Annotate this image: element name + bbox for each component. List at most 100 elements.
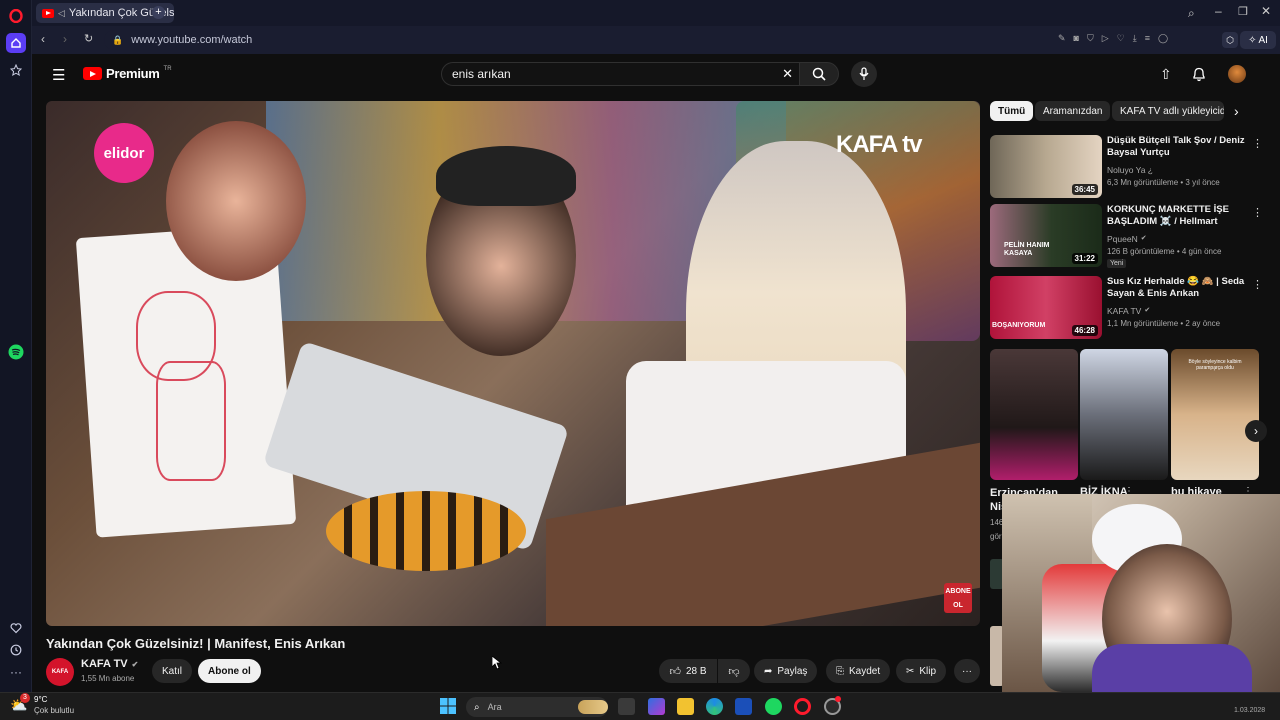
recommendation-meta: 126 B görüntüleme • 4 gün önce	[1107, 247, 1222, 256]
forward-icon[interactable]: ›	[63, 32, 67, 46]
chip-all[interactable]: Tümü	[990, 101, 1034, 121]
store-icon[interactable]	[735, 698, 752, 715]
back-icon[interactable]: ‹	[41, 32, 45, 46]
clear-search-icon[interactable]: ✕	[782, 66, 793, 82]
taskbar: ⛅ 3 9°C Çok bulutlu ⌕ Ara 1.03.2028	[0, 692, 1280, 720]
minimize-icon[interactable]: –	[1215, 4, 1222, 18]
short-thumbnail[interactable]: Böyle söyleyince kalbim parampa̧rça oldu	[1171, 349, 1259, 480]
address-bar: ‹ › ↻ 🔒 www.youtube.com/watch ✎ ◙ ⛉ ▷ ♡ …	[32, 26, 1280, 54]
more-icon[interactable]: ···	[6, 662, 26, 682]
voice-search-button[interactable]	[851, 61, 877, 87]
opera-taskbar-icon[interactable]	[794, 698, 811, 715]
extensions-icon[interactable]: ⬡	[1222, 32, 1238, 48]
edge-icon[interactable]	[706, 698, 723, 715]
recommendation-item[interactable]: 36:45 Düşük Bütçeli Talk Şov / Deniz Bay…	[990, 135, 1263, 199]
duration-badge: 46:28	[1071, 325, 1098, 336]
subscribe-overlay[interactable]: ABONE OL	[944, 583, 972, 613]
menu-icon[interactable]: ≡	[1145, 33, 1150, 44]
duration-badge: 36:45	[1071, 184, 1098, 195]
opera-logo-icon[interactable]	[6, 6, 26, 26]
close-window-icon[interactable]: ✕	[1261, 4, 1271, 18]
youtube-logo-icon	[83, 67, 102, 80]
shorts-next-icon[interactable]: ›	[1245, 420, 1267, 442]
taskbar-date: 1.03.2028	[1234, 707, 1266, 714]
user-icon[interactable]: ◯	[1158, 33, 1168, 44]
clip-button[interactable]: ✂ Klip	[896, 659, 947, 683]
history-icon[interactable]	[6, 640, 26, 660]
join-button[interactable]: Katıl	[152, 659, 193, 683]
kebab-menu-icon[interactable]: ⋮	[1252, 137, 1263, 150]
more-actions-button[interactable]: ···	[954, 659, 980, 683]
save-button[interactable]: ⎘ Kaydet	[826, 659, 891, 683]
file-explorer-icon[interactable]	[677, 698, 694, 715]
youtube-favicon-icon	[42, 8, 54, 18]
heart-icon[interactable]	[6, 618, 26, 638]
recommendation-thumbnail: PELİN HANIM KASAYA 31:22	[990, 204, 1102, 267]
channel-avatar[interactable]: KAFA	[46, 658, 74, 686]
download-icon[interactable]: ⤓	[1133, 33, 1137, 44]
kebab-menu-icon[interactable]: ⋮	[1252, 278, 1263, 291]
chevron-right-icon[interactable]: ›	[1234, 103, 1239, 119]
dislike-button[interactable]: 👎︎	[718, 659, 750, 683]
pillow	[326, 491, 526, 571]
chip-from-search[interactable]: Aramanızdan	[1035, 101, 1111, 121]
hamburger-menu-icon[interactable]: ☰	[52, 66, 65, 84]
subscribe-button[interactable]: Abone ol	[198, 659, 261, 683]
speaker-icon[interactable]: ◁	[58, 8, 65, 19]
video-player[interactable]: elidor KAFA tv ABONE OL	[46, 101, 980, 626]
shield-icon[interactable]: ⛉	[1087, 33, 1094, 44]
aria-ai-button[interactable]: ✧ AI	[1240, 31, 1276, 49]
play-icon[interactable]: ▷	[1102, 33, 1109, 44]
recommendation-title: Sus Kız Herhalde 😂 🙈 | Seda Sayan & Enis…	[1107, 276, 1245, 299]
short-thumbnail[interactable]	[990, 349, 1078, 480]
new-tab-icon[interactable]: +	[152, 6, 165, 19]
search-query: enis arıkan	[452, 67, 511, 81]
chip-from-uploader[interactable]: KAFA TV adlı yükleyiciden	[1112, 101, 1224, 121]
like-button[interactable]: 👍︎ 28 B	[659, 659, 717, 683]
recommendation-item[interactable]: BOŞANIYORUM 46:28 Sus Kız Herhalde 😂 🙈 |…	[990, 276, 1263, 340]
recommendation-meta: 1,1 Mn görüntüleme • 2 ay önce	[1107, 319, 1221, 328]
task-view-icon[interactable]	[618, 698, 635, 715]
search-placeholder: Ara	[487, 702, 502, 712]
video-title: Yakından Çok Güzelsiniz! | Manifest, Eni…	[46, 636, 346, 651]
search-button[interactable]	[799, 62, 839, 86]
dislike-icon: 👎︎	[728, 665, 740, 678]
widgets-app-icon[interactable]	[648, 698, 665, 715]
save-label: Kaydet	[849, 665, 881, 677]
reload-icon[interactable]: ↻	[84, 32, 93, 45]
recommendation-thumbnail: BOŞANIYORUM 46:28	[990, 276, 1102, 339]
sketch-body	[156, 361, 226, 481]
avatar[interactable]	[1228, 65, 1246, 83]
duration-badge: 31:22	[1071, 253, 1098, 264]
bookmark-icon: ⎘	[836, 665, 844, 677]
camera-icon[interactable]: ◙	[1074, 33, 1079, 44]
streamer-shirt	[1092, 644, 1252, 692]
toolbar-icons: ✎ ◙ ⛉ ▷ ♡ ⤓ ≡ ◯	[1058, 33, 1168, 44]
microphone-icon	[859, 67, 869, 80]
taskbar-search[interactable]: ⌕ Ara	[466, 697, 608, 717]
logo-badge: TR	[163, 66, 172, 72]
windows-start-icon[interactable]	[440, 698, 456, 719]
spotify-taskbar-icon[interactable]	[765, 698, 782, 715]
youtube-logo[interactable]: Premium TR	[83, 66, 172, 81]
more-icon: ···	[962, 665, 972, 677]
recommendation-item[interactable]: PELİN HANIM KASAYA 31:22 KORKUNÇ MARKETT…	[990, 204, 1263, 268]
heart-outline-icon[interactable]: ♡	[1117, 33, 1125, 44]
spotify-icon[interactable]	[6, 342, 26, 362]
pinboard-icon[interactable]	[6, 60, 26, 80]
kafatv-logo: KAFA tv	[836, 131, 922, 158]
channel-name-row[interactable]: KAFA TV ✔	[81, 658, 138, 670]
upload-icon[interactable]: ⇧	[1160, 66, 1172, 83]
search-input[interactable]: enis arıkan ✕	[441, 62, 799, 86]
home-icon[interactable]	[6, 33, 26, 53]
weather-badge: 3	[20, 693, 30, 703]
recommendation-channel-row: KAFA TV ✔	[1107, 306, 1150, 316]
maximize-icon[interactable]: ❐	[1238, 5, 1248, 18]
short-thumbnail[interactable]	[1080, 349, 1168, 480]
kebab-menu-icon[interactable]: ⋮	[1252, 206, 1263, 219]
notifications-icon[interactable]	[1192, 66, 1206, 87]
search-tabs-icon[interactable]: ⌕	[1188, 6, 1195, 21]
share-label: Paylaş	[777, 665, 808, 677]
share-button[interactable]: ➦ Paylaş	[754, 659, 818, 683]
edit-icon[interactable]: ✎	[1058, 33, 1066, 44]
